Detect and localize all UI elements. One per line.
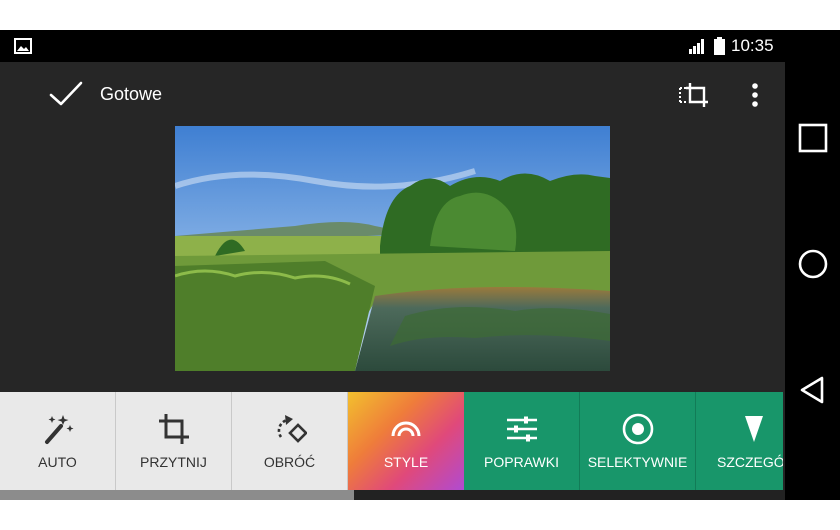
- tool-style[interactable]: STYLE: [348, 392, 464, 490]
- tool-adjustments-label: POPRAWKI: [484, 454, 559, 470]
- tool-rotate[interactable]: OBRÓĆ: [232, 392, 348, 490]
- home-icon[interactable]: [795, 246, 831, 282]
- more-vert-icon[interactable]: [745, 80, 765, 110]
- tool-rotate-label: OBRÓĆ: [263, 454, 316, 470]
- photo-editor: Gotowe AUTO PRZYTNIJ OBRÓĆ STYLE POPRAWK…: [0, 62, 785, 500]
- crop-icon: [158, 414, 189, 444]
- tool-adjustments[interactable]: POPRAWKI: [464, 392, 580, 490]
- status-time: 10:35: [731, 36, 774, 55]
- battery-icon: [714, 37, 725, 55]
- tool-selective[interactable]: SELEKTYWNIE: [580, 392, 696, 490]
- tool-crop[interactable]: PRZYTNIJ: [116, 392, 232, 490]
- editor-toolbar: Gotowe: [0, 62, 785, 126]
- compare-crop-icon[interactable]: [678, 80, 712, 110]
- done-label: Gotowe: [100, 83, 163, 104]
- photo-preview[interactable]: [175, 126, 610, 371]
- status-bar: 10:35: [0, 30, 785, 62]
- magic-wand-icon: [44, 415, 73, 444]
- edit-tools-strip: AUTO PRZYTNIJ OBRÓĆ STYLE POPRAWKI SELEK…: [0, 392, 785, 490]
- back-icon[interactable]: [795, 372, 831, 408]
- tool-auto[interactable]: AUTO: [0, 392, 116, 490]
- target-icon: [622, 413, 653, 445]
- navigation-bar: [785, 30, 840, 500]
- triangle-down-icon: [745, 416, 763, 442]
- sliders-icon: [506, 416, 537, 442]
- arc-icon: [391, 421, 421, 437]
- tool-auto-label: AUTO: [38, 454, 77, 470]
- phone-screen: 10:35 Gotowe AUTO PRZYTNIJ OBRÓĆ STYLE P…: [0, 30, 840, 500]
- tool-crop-label: PRZYTNIJ: [140, 454, 207, 470]
- scroll-thumb[interactable]: [0, 490, 354, 500]
- tool-detail-label: SZCZEGÓŁ: [717, 454, 783, 470]
- done-button[interactable]: Gotowe: [48, 74, 162, 114]
- tools-scrollbar[interactable]: [0, 490, 785, 500]
- tool-style-label: STYLE: [383, 454, 429, 470]
- tool-selective-label: SELEKTYWNIE: [587, 454, 688, 470]
- signal-icon: [689, 39, 704, 54]
- rotate-icon: [277, 415, 307, 443]
- tool-detail[interactable]: SZCZEGÓŁ: [696, 392, 783, 490]
- recents-icon[interactable]: [795, 120, 831, 156]
- check-icon: [49, 81, 83, 106]
- gallery-icon: [14, 38, 32, 54]
